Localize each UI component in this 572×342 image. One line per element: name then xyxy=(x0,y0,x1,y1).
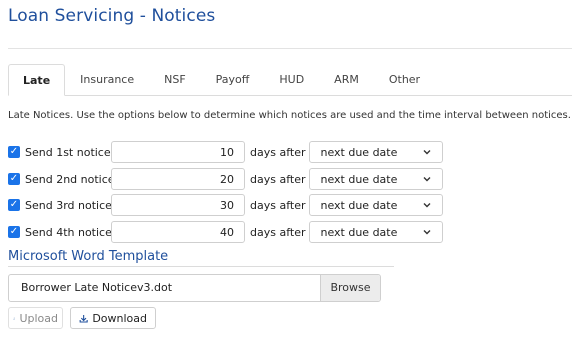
days-input-4[interactable] xyxy=(111,221,245,243)
check-icon: ✓ xyxy=(9,226,19,237)
tabs-divider xyxy=(8,95,572,96)
send-2nd-notice-checkbox[interactable]: ✓ xyxy=(8,173,20,185)
upload-button[interactable]: Upload xyxy=(8,307,63,329)
due-date-select-value: next due date xyxy=(320,172,398,186)
tab-payoff[interactable]: Payoff xyxy=(201,64,265,96)
days-input-3[interactable] xyxy=(111,194,245,216)
days-after-label: days after xyxy=(250,145,306,159)
due-date-select-4[interactable]: next due date xyxy=(309,221,444,243)
tab-late[interactable]: Late xyxy=(8,64,66,96)
due-date-select-1[interactable]: next due date xyxy=(309,141,444,163)
page-title: Loan Servicing - Notices xyxy=(8,6,216,26)
due-date-select-value: next due date xyxy=(320,198,398,212)
send-4th-notice-checkbox[interactable]: ✓ xyxy=(8,226,20,238)
section-divider xyxy=(8,266,394,267)
check-icon: ✓ xyxy=(9,146,19,157)
chevron-down-icon xyxy=(423,230,431,235)
template-file-name[interactable]: Borrower Late Noticev3.dot xyxy=(9,275,320,301)
days-after-label: days after xyxy=(250,198,306,212)
send-3rd-notice-checkbox[interactable]: ✓ xyxy=(8,199,20,211)
chevron-down-icon xyxy=(423,150,431,155)
check-icon: ✓ xyxy=(9,199,19,210)
tab-insurance[interactable]: Insurance xyxy=(65,64,149,96)
due-date-select-value: next due date xyxy=(320,225,398,239)
due-date-select-value: next due date xyxy=(320,145,398,159)
notice-row-4: ✓ Send 4th notice days after next due da… xyxy=(8,221,444,243)
chevron-down-icon xyxy=(423,177,431,182)
upload-label: Upload xyxy=(19,311,58,325)
notice-tabs: Late Insurance NSF Payoff HUD ARM Other xyxy=(8,64,572,96)
due-date-select-2[interactable]: next due date xyxy=(309,168,444,190)
notice-label: Send 1st notice xyxy=(25,145,111,159)
notice-row-1: ✓ Send 1st notice days after next due da… xyxy=(8,141,444,163)
notice-row-3: ✓ Send 3rd notice days after next due da… xyxy=(8,194,444,216)
download-label: Download xyxy=(92,311,147,325)
notice-label: Send 4th notice xyxy=(25,225,112,239)
notice-label: Send 2nd notice xyxy=(25,172,115,186)
browse-button[interactable]: Browse xyxy=(320,275,380,301)
title-divider xyxy=(8,48,572,49)
days-after-label: days after xyxy=(250,225,306,239)
send-1st-notice-checkbox[interactable]: ✓ xyxy=(8,146,20,158)
upload-icon xyxy=(13,316,16,320)
tab-hud[interactable]: HUD xyxy=(264,64,319,96)
due-date-select-3[interactable]: next due date xyxy=(309,194,444,216)
section-title-word-template: Microsoft Word Template xyxy=(8,249,169,264)
check-icon: ✓ xyxy=(9,173,19,184)
chevron-down-icon xyxy=(423,203,431,208)
intro-text: Late Notices. Use the options below to d… xyxy=(8,110,571,121)
days-after-label: days after xyxy=(250,172,306,186)
days-input-2[interactable] xyxy=(111,168,245,190)
template-file-field: Borrower Late Noticev3.dot Browse xyxy=(8,274,381,302)
notice-row-2: ✓ Send 2nd notice days after next due da… xyxy=(8,168,444,190)
notice-label: Send 3rd notice xyxy=(25,198,112,212)
tab-other[interactable]: Other xyxy=(374,64,435,96)
tab-arm[interactable]: ARM xyxy=(319,64,374,96)
download-button[interactable]: Download xyxy=(70,307,156,329)
tab-nsf[interactable]: NSF xyxy=(149,64,201,96)
download-icon xyxy=(79,314,88,323)
days-input-1[interactable] xyxy=(111,141,245,163)
